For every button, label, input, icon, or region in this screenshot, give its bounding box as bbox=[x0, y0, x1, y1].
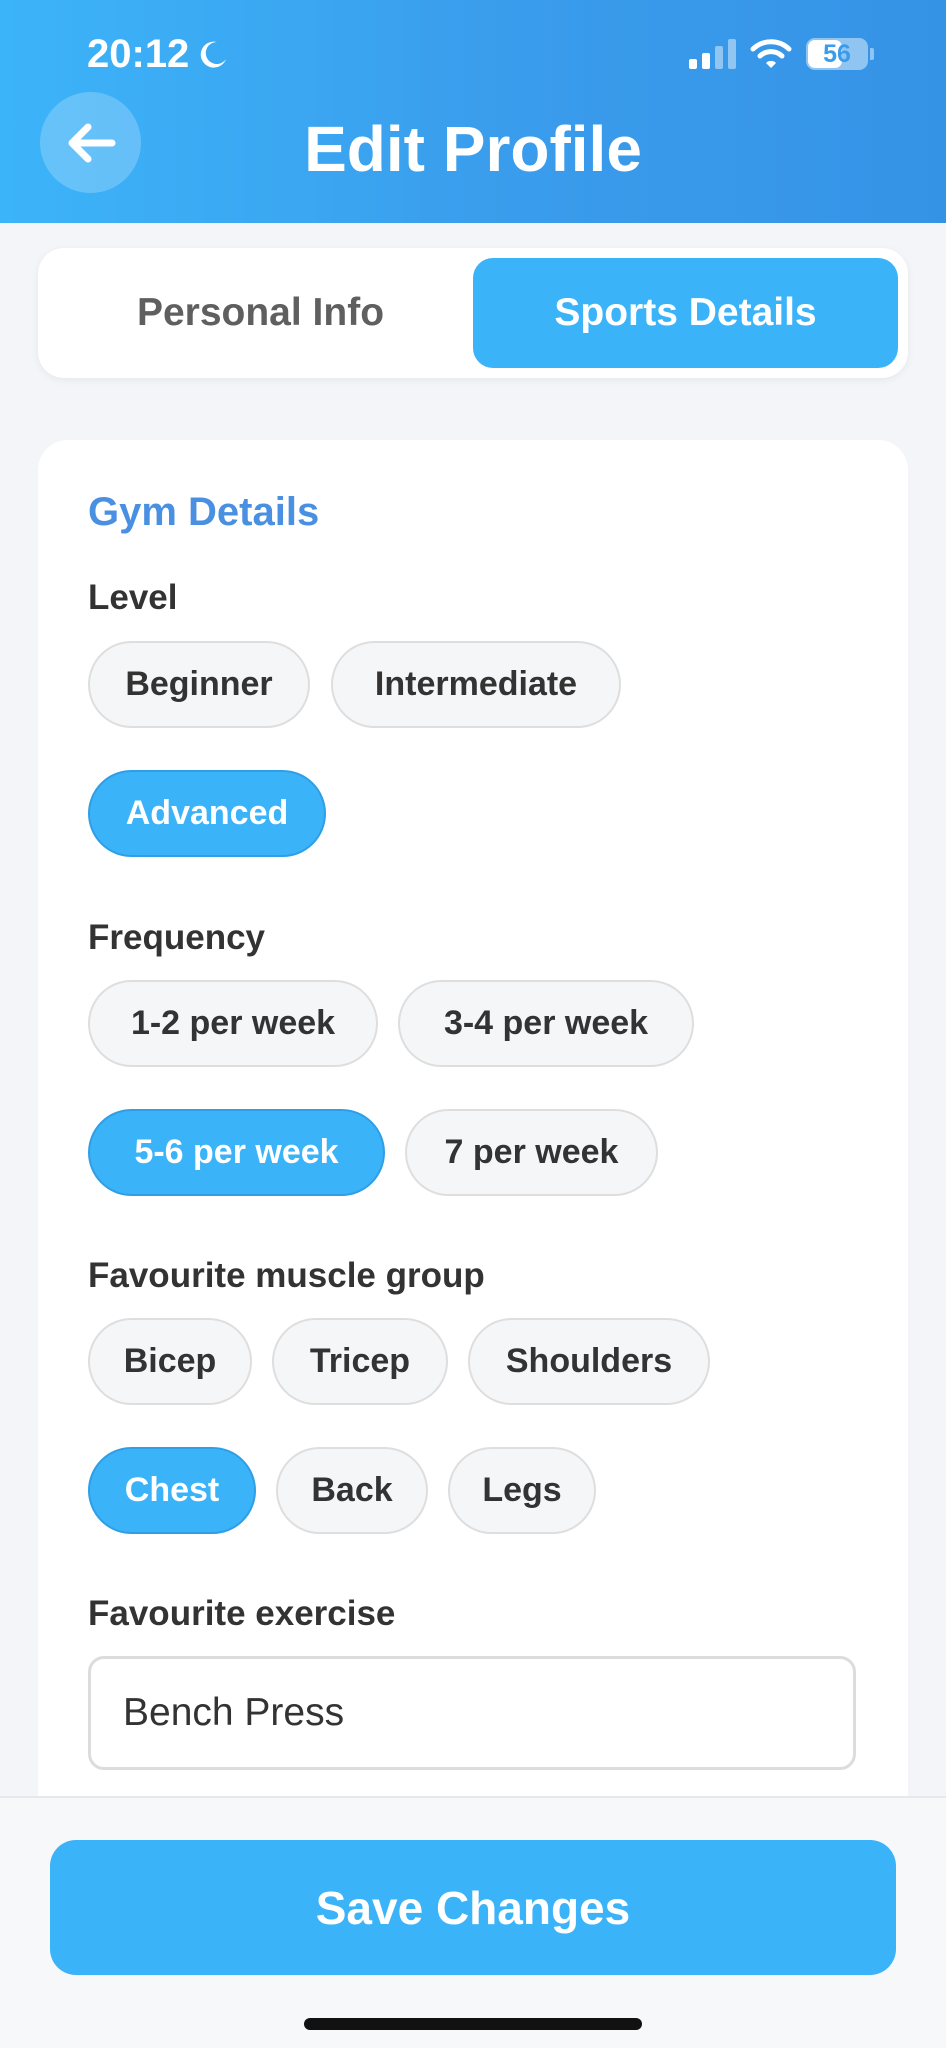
tab-sports-details[interactable]: Sports Details bbox=[473, 258, 898, 368]
level-label: Level bbox=[88, 578, 178, 617]
page-title: Edit Profile bbox=[304, 113, 642, 185]
chip-muscle-chest[interactable]: Chest bbox=[88, 1447, 256, 1534]
save-changes-button[interactable]: Save Changes bbox=[50, 1840, 896, 1975]
chip-muscle-shoulders[interactable]: Shoulders bbox=[468, 1318, 710, 1405]
chip-frequency-3-4[interactable]: 3-4 per week bbox=[398, 980, 694, 1067]
chip-muscle-tricep[interactable]: Tricep bbox=[272, 1318, 448, 1405]
chip-level-beginner[interactable]: Beginner bbox=[88, 641, 310, 728]
app-header: 20:12 56 Edit Profile bbox=[0, 0, 946, 223]
chip-frequency-7[interactable]: 7 per week bbox=[405, 1109, 658, 1196]
chip-muscle-bicep[interactable]: Bicep bbox=[88, 1318, 252, 1405]
bottom-action-bar: Save Changes bbox=[0, 1796, 946, 2048]
favourite-exercise-input[interactable]: Bench Press bbox=[88, 1656, 856, 1770]
muscle-group-label: Favourite muscle group bbox=[88, 1256, 485, 1295]
cellular-signal-icon bbox=[689, 39, 736, 69]
gym-details-card: Gym Details Level Beginner Intermediate … bbox=[38, 440, 908, 1860]
status-time-text: 20:12 bbox=[87, 32, 190, 76]
frequency-label: Frequency bbox=[88, 918, 265, 957]
profile-tabs: Personal Info Sports Details bbox=[38, 248, 908, 378]
status-time: 20:12 bbox=[87, 32, 229, 77]
tab-personal-info[interactable]: Personal Info bbox=[48, 258, 473, 368]
favourite-exercise-label: Favourite exercise bbox=[88, 1594, 396, 1633]
home-indicator bbox=[304, 2018, 642, 2030]
chip-muscle-back[interactable]: Back bbox=[276, 1447, 428, 1534]
moon-icon bbox=[201, 41, 227, 68]
chip-muscle-legs[interactable]: Legs bbox=[448, 1447, 596, 1534]
chip-level-advanced[interactable]: Advanced bbox=[88, 770, 326, 857]
battery-icon: 56 bbox=[806, 38, 868, 70]
status-icons: 56 bbox=[689, 38, 874, 70]
battery-level: 56 bbox=[823, 39, 851, 68]
wifi-icon bbox=[750, 39, 792, 68]
chip-level-intermediate[interactable]: Intermediate bbox=[331, 641, 621, 728]
section-title: Gym Details bbox=[88, 490, 320, 534]
favourite-exercise-value: Bench Press bbox=[123, 1691, 345, 1734]
chip-frequency-5-6[interactable]: 5-6 per week bbox=[88, 1109, 385, 1196]
chip-frequency-1-2[interactable]: 1-2 per week bbox=[88, 980, 378, 1067]
